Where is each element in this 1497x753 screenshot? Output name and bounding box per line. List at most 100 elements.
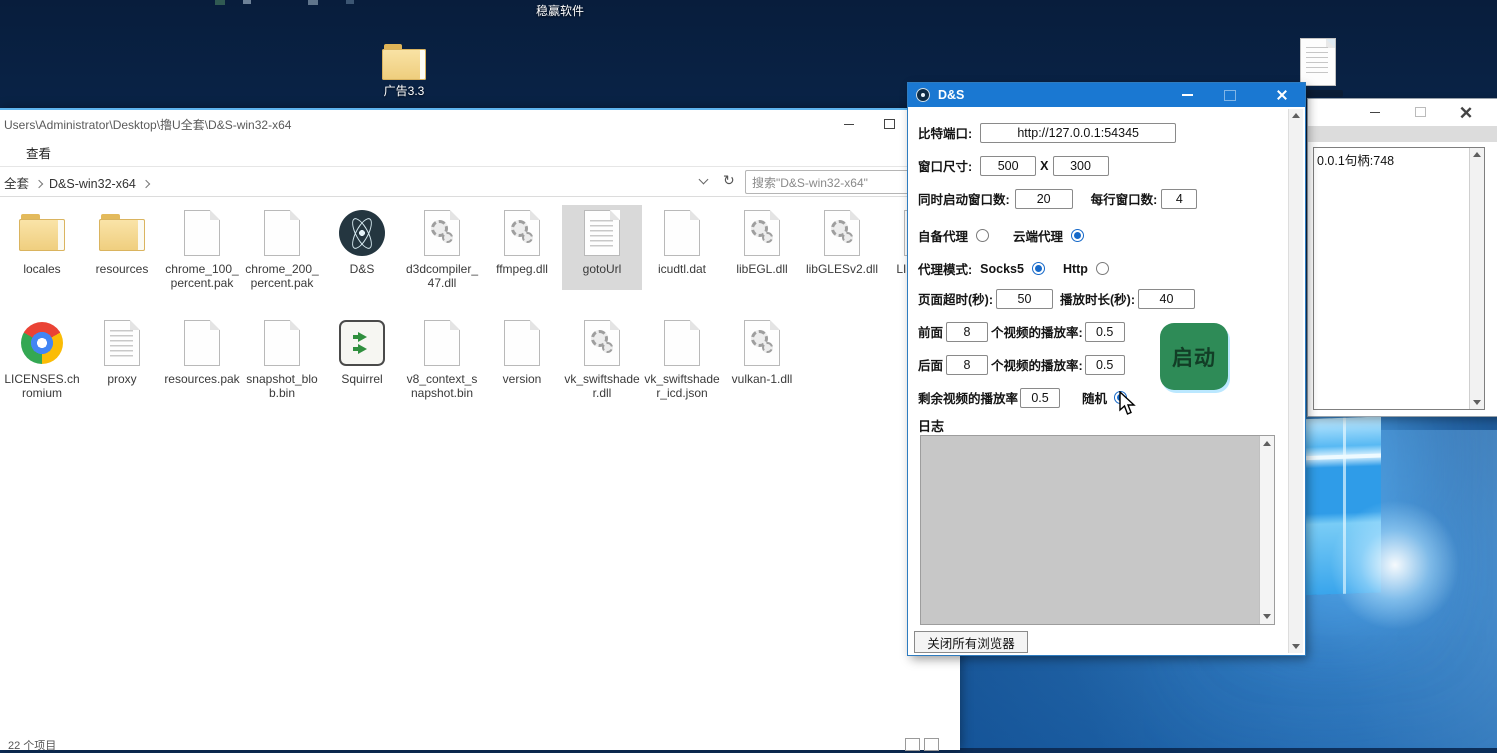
details-view-toggle-icon[interactable] (905, 738, 920, 751)
file-item[interactable]: icudtl.dat (642, 205, 722, 290)
file-item[interactable]: snapshot_blob.bin (242, 315, 322, 400)
file-item[interactable]: vk_swiftshader.dll (562, 315, 642, 400)
window-size-row: 窗口尺寸: 500 X 300 (918, 155, 1109, 176)
explorer-window-title: Users\Administrator\Desktop\撸U全套\D&S-win… (4, 116, 291, 133)
file-item[interactable]: d3dcompiler_47.dll (402, 205, 482, 290)
log-textarea[interactable] (920, 435, 1275, 625)
file-item[interactable]: vulkan-1.dll (722, 315, 802, 400)
ds-maximize-button[interactable] (1213, 83, 1247, 107)
dll-gear-icon (738, 319, 786, 367)
breadcrumb-segment[interactable]: 全套 (4, 177, 29, 191)
minimize-icon (844, 124, 854, 125)
folder-icon (98, 209, 146, 257)
rwin-scrollbar[interactable] (1469, 148, 1484, 409)
text-file-icon (98, 319, 146, 367)
ds-close-button[interactable] (1264, 83, 1298, 107)
rest-rate-input[interactable]: 0.5 (1020, 388, 1060, 408)
clipped-desktop-icon-fragment (243, 0, 251, 4)
back-count-input[interactable]: 8 (946, 355, 988, 375)
minimize-icon (1370, 112, 1380, 113)
thumbnail-view-toggle-icon[interactable] (924, 738, 939, 751)
rwin-log-textarea[interactable]: 0.0.1句柄:748 (1313, 147, 1485, 410)
scroll-up-icon[interactable] (1292, 113, 1300, 118)
file-item[interactable]: resources.pak (162, 315, 242, 400)
file-item[interactable]: D&S (322, 205, 402, 290)
http-radio[interactable] (1096, 262, 1109, 275)
file-icon (418, 319, 466, 367)
search-placeholder: 搜索"D&S-win32-x64" (752, 174, 868, 191)
menu-item-view[interactable]: 查看 (26, 143, 51, 162)
file-item[interactable]: proxy (82, 315, 162, 400)
refresh-icon[interactable]: ↻ (723, 172, 735, 189)
scroll-up-icon[interactable] (1263, 441, 1271, 446)
file-item[interactable]: ffmpeg.dll (482, 205, 562, 290)
front-count-input[interactable]: 8 (946, 322, 988, 342)
chrome-icon (18, 319, 66, 367)
scroll-down-icon[interactable] (1473, 400, 1481, 405)
height-input[interactable]: 300 (1053, 156, 1109, 176)
front-label: 前面 (918, 322, 943, 341)
own-proxy-radio[interactable] (976, 229, 989, 242)
close-all-browsers-button[interactable]: 关闭所有浏览器 (914, 631, 1028, 653)
rwin-close-button[interactable] (1450, 101, 1480, 123)
maximize-icon (884, 119, 895, 129)
folder-icon (18, 209, 66, 257)
socks5-radio[interactable] (1032, 262, 1045, 275)
address-dropdown-chevron-icon[interactable] (699, 175, 709, 185)
breadcrumb-segment[interactable]: D&S-win32-x64 (49, 177, 136, 191)
ds-minimize-button[interactable] (1170, 83, 1204, 107)
chevron-right-icon (142, 180, 150, 188)
explorer-maximize-button[interactable] (872, 114, 906, 134)
file-item[interactable]: chrome_200_percent.pak (242, 205, 322, 290)
rwin-minimize-button[interactable] (1360, 101, 1390, 123)
file-item[interactable]: LICENSES.chromium (2, 315, 82, 400)
search-input[interactable]: 搜索"D&S-win32-x64" (745, 170, 923, 194)
file-item[interactable]: chrome_100_percent.pak (162, 205, 242, 290)
back-rate-input[interactable]: 0.5 (1085, 355, 1125, 375)
cloud-proxy-radio[interactable] (1071, 229, 1084, 242)
file-item-selected[interactable]: gotoUrl (562, 205, 642, 290)
file-item[interactable]: locales (2, 205, 82, 290)
concurrent-input[interactable]: 20 (1015, 189, 1073, 209)
random-radio[interactable] (1114, 391, 1127, 404)
rwin-maximize-button[interactable] (1405, 101, 1435, 123)
clipped-desktop-icon-fragment (215, 0, 225, 5)
ds-window-scrollbar[interactable] (1288, 109, 1303, 653)
clipped-desktop-icon-fragment (346, 0, 354, 4)
file-item[interactable]: libEGL.dll (722, 205, 802, 290)
timeout-input[interactable]: 50 (996, 289, 1053, 309)
file-grid-row: locales resources chrome_100_percent.pak… (2, 205, 962, 290)
file-icon (258, 319, 306, 367)
start-button[interactable]: 启动 (1160, 323, 1228, 390)
explorer-minimize-button[interactable] (832, 114, 866, 134)
file-item[interactable]: resources (82, 205, 162, 290)
log-scrollbar[interactable] (1259, 436, 1274, 624)
desktop-document-icon[interactable] (1283, 38, 1353, 86)
log-label: 日志 (918, 416, 944, 435)
proxy-source-row: 自备代理 云端代理 (918, 225, 1084, 246)
front-rate-input[interactable]: 0.5 (1085, 322, 1125, 342)
file-item[interactable]: v8_context_snapshot.bin (402, 315, 482, 400)
desktop-icon-label-wenying[interactable]: 稳赢软件 (520, 2, 600, 19)
size-label: 窗口尺寸: (918, 156, 972, 175)
electron-app-icon (338, 209, 386, 257)
scroll-up-icon[interactable] (1473, 152, 1481, 157)
file-item[interactable]: libGLESv2.dll (802, 205, 882, 290)
back-rate-label: 个视频的播放率: (991, 355, 1083, 374)
port-input[interactable]: http://127.0.0.1:54345 (980, 123, 1176, 143)
desktop-folder-icon-guanggao[interactable]: 广告3.3 (368, 44, 440, 99)
per-row-input[interactable]: 4 (1161, 189, 1197, 209)
file-item[interactable]: vk_swiftshader_icd.json (642, 315, 722, 400)
wallpaper-glow-hotspot (1330, 500, 1460, 630)
desktop-icon-label: 广告3.3 (368, 82, 440, 99)
scroll-down-icon[interactable] (1292, 644, 1300, 649)
file-item[interactable]: Squirrel (322, 315, 402, 400)
port-row: 比特端口: http://127.0.0.1:54345 (918, 122, 1176, 143)
width-input[interactable]: 500 (980, 156, 1036, 176)
file-icon (658, 209, 706, 257)
duration-input[interactable]: 40 (1138, 289, 1195, 309)
scroll-down-icon[interactable] (1263, 614, 1271, 619)
desktop-icon-label: 稳赢软件 (520, 2, 600, 19)
file-item[interactable]: version (482, 315, 562, 400)
explorer-address-bar: 全套 D&S-win32-x64 ↻ 搜索"D&S-win32-x64" (0, 166, 960, 197)
